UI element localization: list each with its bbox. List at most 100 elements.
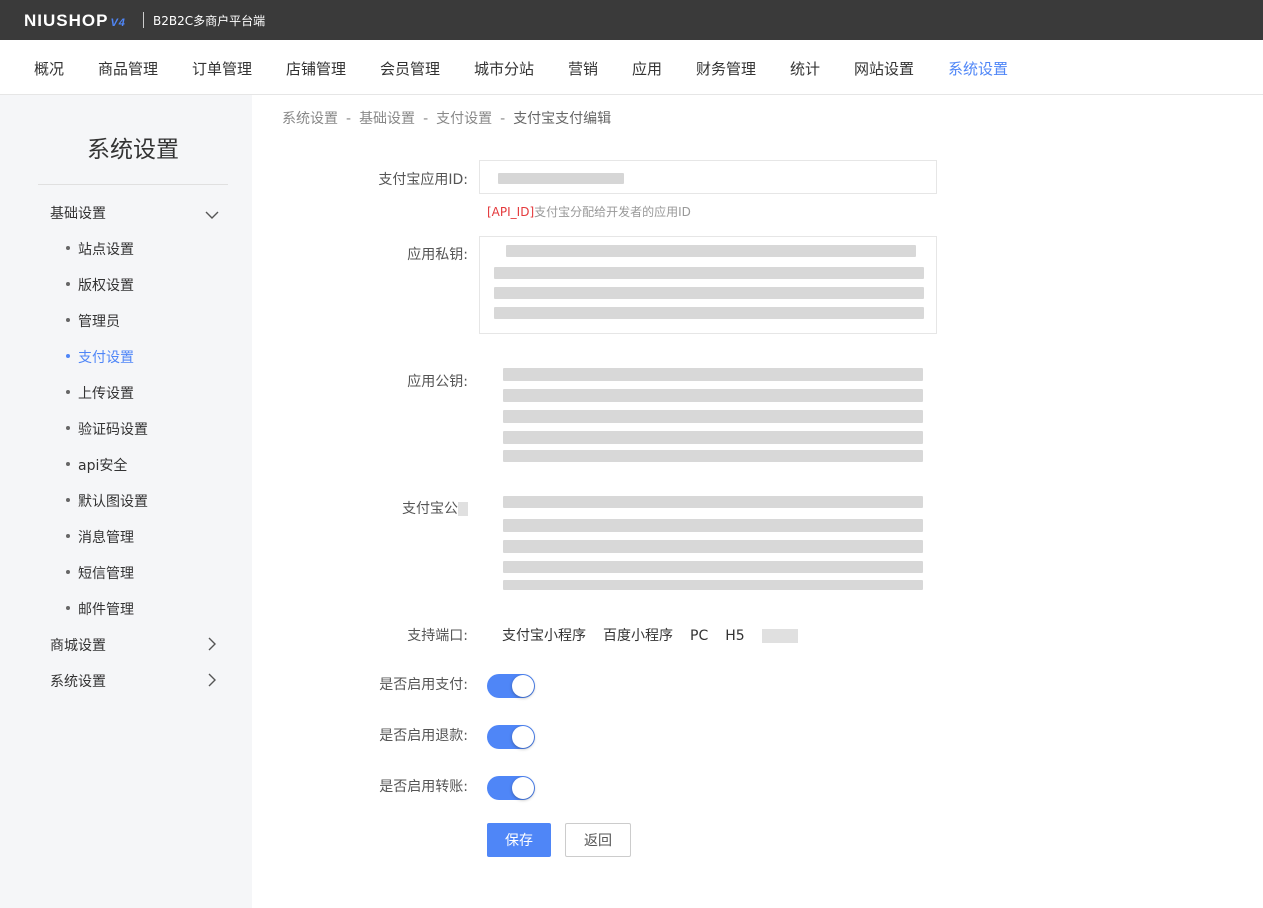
nav-item-website[interactable]: 网站设置 <box>854 58 914 79</box>
nav-item-shops[interactable]: 店铺管理 <box>286 58 346 79</box>
sidebar-item-messages[interactable]: 消息管理 <box>66 527 134 547</box>
port-h5[interactable]: H5 <box>725 628 744 644</box>
bullet-icon <box>66 282 70 286</box>
sidebar-item-default-image[interactable]: 默认图设置 <box>66 491 148 511</box>
bullet-icon <box>66 462 70 466</box>
redacted-line <box>503 540 923 553</box>
back-button[interactable]: 返回 <box>565 823 631 857</box>
app-id-hint: [API_ID]支付宝分配给开发者的应用ID <box>487 203 691 220</box>
chevron-down-icon[interactable] <box>204 207 220 223</box>
logo[interactable]: NIUSHOP V4 <box>24 11 126 31</box>
sidebar-group-basic[interactable]: 基础设置 <box>50 203 106 223</box>
bullet-icon <box>66 390 70 394</box>
redacted-line <box>503 580 923 590</box>
enable-transfer-toggle[interactable] <box>487 776 535 800</box>
breadcrumb-current: 支付宝支付编辑 <box>513 111 612 127</box>
toggle-knob <box>512 726 534 748</box>
top-bar: NIUSHOP V4 B2B2C多商户平台端 <box>0 0 1263 40</box>
bullet-icon <box>66 570 70 574</box>
redacted-line <box>503 496 923 508</box>
breadcrumb-separator: - <box>346 111 352 127</box>
port-baidu-mini[interactable]: 百度小程序 <box>603 625 673 645</box>
private-key-label: 应用私钥: <box>407 247 468 263</box>
sidebar-item-sms[interactable]: 短信管理 <box>66 563 134 583</box>
sidebar-group-system[interactable]: 系统设置 <box>50 671 106 691</box>
hint-tag: [API_ID] <box>487 205 535 219</box>
private-key-textarea[interactable] <box>479 236 937 334</box>
sidebar-group-mall[interactable]: 商城设置 <box>50 635 106 655</box>
redacted-line <box>494 307 924 319</box>
hint-text: 支付宝分配给开发者的应用ID <box>534 205 691 219</box>
nav-item-finance[interactable]: 财务管理 <box>696 58 756 79</box>
app-id-input[interactable] <box>479 160 937 194</box>
sidebar-item-label: 管理员 <box>78 314 120 330</box>
sidebar-item-site[interactable]: 站点设置 <box>66 239 134 259</box>
sidebar-item-label: 支付设置 <box>78 350 134 366</box>
redacted-line <box>503 368 923 381</box>
redacted-line <box>503 389 923 402</box>
enable-pay-toggle[interactable] <box>487 674 535 698</box>
bullet-icon <box>66 534 70 538</box>
chevron-right-icon[interactable] <box>204 636 220 652</box>
sidebar-item-label: 版权设置 <box>78 278 134 294</box>
sidebar-item-api-security[interactable]: api安全 <box>66 455 127 475</box>
sidebar-item-admin[interactable]: 管理员 <box>66 311 120 331</box>
bullet-icon <box>66 246 70 250</box>
breadcrumb: 系统设置 - 基础设置 - 支付设置 - 支付宝支付编辑 <box>282 108 611 128</box>
nav-item-stats[interactable]: 统计 <box>790 58 820 79</box>
alipay-public-key-label: 支付宝公 <box>268 498 468 518</box>
logo-version: V4 <box>110 17 126 29</box>
sidebar-item-label: 默认图设置 <box>78 494 148 510</box>
sidebar-item-upload[interactable]: 上传设置 <box>66 383 134 403</box>
sidebar-item-payment[interactable]: 支付设置 <box>66 347 134 367</box>
nav-item-goods[interactable]: 商品管理 <box>98 58 158 79</box>
bullet-icon <box>66 354 70 358</box>
bullet-icon <box>66 426 70 430</box>
ports-group: 支付宝小程序 百度小程序 PC H5 <box>502 625 798 645</box>
app-id-label: 支付宝应用ID: <box>378 172 468 188</box>
sidebar-item-label: api安全 <box>78 458 128 474</box>
chevron-right-icon[interactable] <box>204 672 220 688</box>
public-key-textarea[interactable] <box>481 356 939 471</box>
breadcrumb-item[interactable]: 基础设置 <box>359 111 415 127</box>
ports-label: 支持端口: <box>407 628 468 644</box>
redacted-value <box>498 173 624 184</box>
toggle-knob <box>512 675 534 697</box>
nav-item-city[interactable]: 城市分站 <box>474 58 534 79</box>
redacted-value <box>458 502 468 516</box>
breadcrumb-item[interactable]: 系统设置 <box>282 111 338 127</box>
port-redacted[interactable] <box>761 629 798 643</box>
nav-item-marketing[interactable]: 营销 <box>568 58 598 79</box>
port-alipay-mini[interactable]: 支付宝小程序 <box>502 625 586 645</box>
sidebar-item-label: 上传设置 <box>78 386 134 402</box>
port-pc[interactable]: PC <box>690 628 708 644</box>
nav-item-system[interactable]: 系统设置 <box>948 58 1008 79</box>
alipay-public-key-textarea[interactable] <box>481 486 939 594</box>
nav-item-overview[interactable]: 概况 <box>34 58 64 79</box>
sidebar-item-email[interactable]: 邮件管理 <box>66 599 134 619</box>
enable-transfer-label: 是否启用转账: <box>379 779 468 795</box>
enable-refund-toggle[interactable] <box>487 725 535 749</box>
main-nav: 概况 商品管理 订单管理 店铺管理 会员管理 城市分站 营销 应用 财务管理 统… <box>0 40 1263 95</box>
nav-item-apps[interactable]: 应用 <box>632 58 662 79</box>
redacted-line <box>494 287 924 299</box>
bullet-icon <box>66 498 70 502</box>
redacted-line <box>503 519 923 532</box>
redacted-line <box>503 410 923 423</box>
nav-item-members[interactable]: 会员管理 <box>380 58 440 79</box>
bullet-icon <box>66 606 70 610</box>
sidebar-item-label: 消息管理 <box>78 530 134 546</box>
topbar-divider <box>143 12 144 28</box>
redacted-line <box>494 267 924 279</box>
redacted-line <box>503 561 923 573</box>
sidebar-title: 系统设置 <box>87 137 179 163</box>
enable-refund-label: 是否启用退款: <box>379 728 468 744</box>
sidebar-divider <box>38 184 228 185</box>
breadcrumb-item[interactable]: 支付设置 <box>436 111 492 127</box>
sidebar-item-label: 站点设置 <box>78 242 134 258</box>
sidebar-item-copyright[interactable]: 版权设置 <box>66 275 134 295</box>
sidebar-item-captcha[interactable]: 验证码设置 <box>66 419 148 439</box>
nav-item-orders[interactable]: 订单管理 <box>192 58 252 79</box>
breadcrumb-separator: - <box>423 111 429 127</box>
save-button[interactable]: 保存 <box>487 823 551 857</box>
